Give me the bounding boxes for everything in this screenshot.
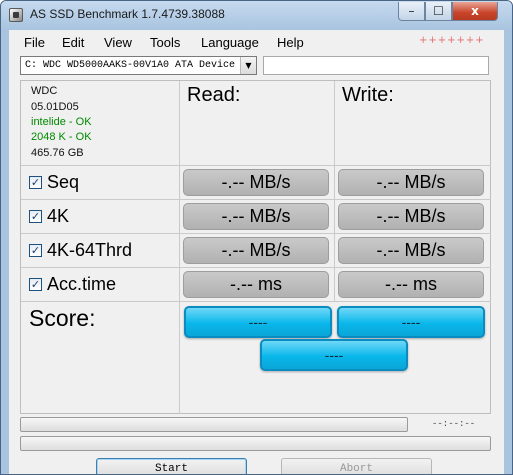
write-column-header: Write:: [335, 81, 491, 166]
chevron-down-icon[interactable]: ▼: [240, 57, 256, 74]
menu-file[interactable]: File: [24, 35, 45, 50]
4k-64thrd-checkbox[interactable]: ✓: [29, 244, 42, 257]
test-row-4k[interactable]: ✓ 4K: [21, 200, 180, 234]
4k-64thrd-read-result: -.-- MB/s: [183, 237, 329, 264]
drive-size: 465.76 GB: [31, 147, 84, 159]
maximize-icon: ☐: [433, 4, 444, 18]
menu-bar: File Edit View Tools Language Help +++++…: [9, 30, 504, 54]
menu-view[interactable]: View: [104, 35, 132, 50]
drive-select-value: C: WDC WD5000AAKS-00V1A0 ATA Device: [25, 60, 236, 71]
close-icon: x: [471, 4, 479, 18]
acc-time-read-cell: -.-- ms: [180, 268, 335, 302]
test-row-acc-time[interactable]: ✓ Acc.time: [21, 268, 180, 302]
drive-vendor: WDC: [31, 85, 58, 97]
menu-language[interactable]: Language: [201, 35, 259, 50]
abort-button[interactable]: Abort: [281, 458, 432, 474]
acc-time-label: Acc.time: [47, 274, 117, 294]
close-button[interactable]: x: [452, 2, 498, 21]
acc-time-checkbox[interactable]: ✓: [29, 278, 42, 291]
seq-write-cell: -.-- MB/s: [335, 166, 491, 200]
drive-select[interactable]: C: WDC WD5000AAKS-00V1A0 ATA Device ▼: [20, 56, 257, 75]
acc-time-write-result: -.-- ms: [338, 271, 484, 298]
app-window: AS SSD Benchmark 1.7.4739.38088 – ☐ x Fi…: [0, 0, 513, 475]
start-button[interactable]: Start: [96, 458, 247, 474]
seq-read-result: -.-- MB/s: [183, 169, 329, 196]
read-column-header: Read:: [180, 81, 335, 166]
client-area: File Edit View Tools Language Help +++++…: [9, 30, 504, 474]
score-write: ----: [337, 306, 485, 338]
acc-time-write-cell: -.-- ms: [335, 268, 491, 302]
alignment-status: 2048 K - OK: [31, 131, 92, 143]
menu-help[interactable]: Help: [277, 35, 304, 50]
4k-64thrd-write-result: -.-- MB/s: [338, 237, 484, 264]
maximize-button[interactable]: ☐: [425, 2, 452, 21]
seq-write-result: -.-- MB/s: [338, 169, 484, 196]
window-title: AS SSD Benchmark 1.7.4739.38088: [30, 7, 225, 21]
seq-label: Seq: [47, 172, 80, 192]
score-total: ----: [260, 339, 408, 371]
4k-64thrd-write-cell: -.-- MB/s: [335, 234, 491, 268]
watermark: +++++++: [419, 35, 485, 46]
4k-label: 4K: [47, 206, 70, 226]
drive-info-field[interactable]: [263, 56, 489, 75]
app-icon: [9, 8, 23, 22]
score-read: ----: [184, 306, 332, 338]
title-bar[interactable]: AS SSD Benchmark 1.7.4739.38088 – ☐ x: [1, 1, 512, 30]
test-progress-bar: [20, 436, 491, 451]
overall-progress-bar: [20, 417, 408, 432]
read-header-label: Read:: [187, 84, 241, 106]
seq-read-cell: -.-- MB/s: [180, 166, 335, 200]
elapsed-time: --:--:--: [432, 419, 476, 429]
driver-status: intelide - OK: [31, 116, 92, 128]
4k-read-cell: -.-- MB/s: [180, 200, 335, 234]
minimize-button[interactable]: –: [398, 2, 425, 21]
test-row-4k-64thrd[interactable]: ✓ 4K-64Thrd: [21, 234, 180, 268]
4k-checkbox[interactable]: ✓: [29, 210, 42, 223]
4k-read-result: -.-- MB/s: [183, 203, 329, 230]
score-panel: Score: ---- ---- ----: [21, 302, 491, 414]
minimize-icon: –: [408, 4, 415, 18]
4k-64thrd-label: 4K-64Thrd: [47, 240, 133, 260]
drive-info-panel: WDC 05.01D05 intelide - OK 2048 K - OK 4…: [21, 81, 180, 166]
drive-firmware: 05.01D05: [31, 101, 79, 113]
menu-edit[interactable]: Edit: [62, 35, 84, 50]
score-column-divider: [179, 302, 180, 414]
4k-write-cell: -.-- MB/s: [335, 200, 491, 234]
write-header-label: Write:: [342, 84, 394, 106]
test-row-seq[interactable]: ✓ Seq: [21, 166, 180, 200]
benchmark-grid: WDC 05.01D05 intelide - OK 2048 K - OK 4…: [20, 80, 491, 414]
acc-time-read-result: -.-- ms: [183, 271, 329, 298]
4k-write-result: -.-- MB/s: [338, 203, 484, 230]
score-label: Score:: [29, 305, 96, 331]
seq-checkbox[interactable]: ✓: [29, 176, 42, 189]
menu-tools[interactable]: Tools: [150, 35, 180, 50]
4k-64thrd-read-cell: -.-- MB/s: [180, 234, 335, 268]
